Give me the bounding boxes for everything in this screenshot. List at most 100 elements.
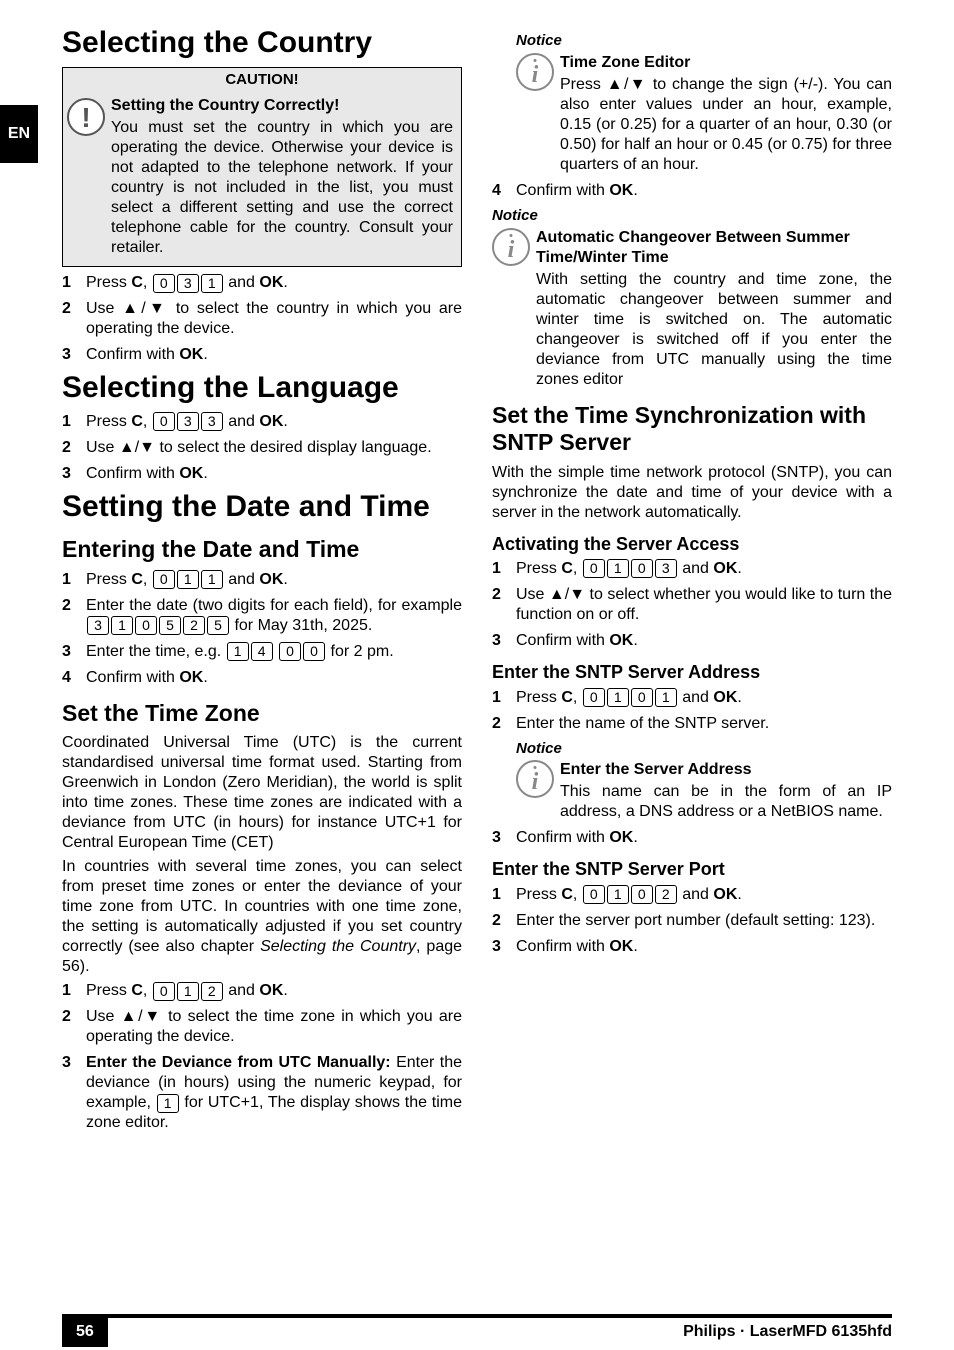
exclamation-icon: !: [67, 98, 105, 136]
key-0: 0: [135, 616, 157, 635]
info-icon: i: [516, 760, 554, 798]
key-0: 0: [631, 559, 653, 578]
steps-sntp-port: 1 Press C, 0102 and OK. 2 Enter the serv…: [492, 885, 892, 957]
step-text: Press C, 033 and OK.: [86, 412, 462, 432]
key-1: 1: [227, 642, 249, 661]
step-text: Enter the date (two digits for each fiel…: [86, 596, 462, 636]
key-0: 0: [279, 642, 301, 661]
heading-activate-server: Activating the Server Access: [492, 533, 892, 556]
steps-time-zone: 1 Press C, 012 and OK. 2 Use ▲/▼ to sele…: [62, 981, 462, 1133]
notice-text: This name can be in the form of an IP ad…: [560, 782, 892, 822]
step-text: Use ▲/▼ to select the desired display la…: [86, 438, 462, 458]
key-0: 0: [153, 274, 175, 293]
heading-set-time-zone: Set the Time Zone: [62, 700, 462, 728]
key-0: 0: [583, 559, 605, 578]
step-number: 2: [62, 1007, 78, 1027]
step-number: 1: [492, 559, 508, 579]
notice-text: Press ▲/▼ to change the sign (+/-). You …: [560, 75, 892, 175]
language-tab: EN: [0, 105, 38, 163]
caution-title: CAUTION!: [63, 68, 461, 93]
caution-subtitle: Setting the Country Correctly!: [111, 96, 453, 116]
step-number: 3: [492, 828, 508, 848]
key-3: 3: [655, 559, 677, 578]
info-icon: i: [492, 228, 530, 266]
key-0: 0: [583, 885, 605, 904]
step-number: 3: [62, 642, 78, 662]
step-number: 2: [62, 299, 78, 319]
step-number: 4: [62, 668, 78, 688]
notice-title: Automatic Changeover Between Summer Time…: [536, 228, 892, 268]
step-text: Enter the time, e.g. 14 00 for 2 pm.: [86, 642, 462, 662]
step-number: 3: [492, 631, 508, 651]
step-text: Press C, 0102 and OK.: [516, 885, 892, 905]
notice-label: Notice: [516, 32, 892, 51]
notice-time-zone-editor: Notice i Time Zone Editor Press ▲/▼ to c…: [516, 32, 892, 175]
heading-sntp-address: Enter the SNTP Server Address: [492, 661, 892, 684]
notice-label: Notice: [516, 740, 892, 759]
step-text: Confirm with OK.: [86, 668, 462, 688]
caution-text: You must set the country in which you ar…: [111, 118, 453, 258]
key-1: 1: [111, 616, 133, 635]
heading-selecting-country: Selecting the Country: [62, 26, 462, 61]
key-2: 2: [183, 616, 205, 635]
key-3: 3: [201, 412, 223, 431]
caution-box: CAUTION! ! Setting the Country Correctly…: [62, 67, 462, 268]
step-number: 3: [492, 937, 508, 957]
key-1: 1: [607, 885, 629, 904]
info-icon: i: [516, 53, 554, 91]
step-number: 3: [62, 345, 78, 365]
steps-activate-server: 1 Press C, 0103 and OK. 2 Use ▲/▼ to sel…: [492, 559, 892, 651]
step-text: Confirm with OK.: [516, 937, 892, 957]
key-2: 2: [201, 982, 223, 1001]
step-text: Press C, 0101 and OK.: [516, 688, 892, 708]
step-text: Use ▲/▼ to select the time zone in which…: [86, 1007, 462, 1047]
steps-sntp-address-cont: 3 Confirm with OK.: [492, 828, 892, 848]
heading-selecting-language: Selecting the Language: [62, 371, 462, 406]
notice-server-address: Notice i Enter the Server Address This n…: [516, 740, 892, 823]
step-text: Press C, 012 and OK.: [86, 981, 462, 1001]
steps-sntp-address: 1 Press C, 0101 and OK. 2 Enter the name…: [492, 688, 892, 734]
footer: 56 Philips · LaserMFD 6135hfd: [0, 1314, 954, 1350]
step-text: Enter the name of the SNTP server.: [516, 714, 892, 734]
step-text: Press C, 0103 and OK.: [516, 559, 892, 579]
step-number: 1: [492, 688, 508, 708]
step-text: Use ▲/▼ to select whether you would like…: [516, 585, 892, 625]
steps-country: 1 Press C, 031 and OK. 2 Use ▲/▼ to sele…: [62, 273, 462, 365]
key-1: 1: [655, 688, 677, 707]
page-content: Selecting the Country CAUTION! ! Setting…: [62, 26, 892, 1290]
steps-enter-date-time: 1 Press C, 011 and OK. 2 Enter the date …: [62, 570, 462, 688]
key-1: 1: [201, 570, 223, 589]
step-number: 1: [62, 412, 78, 432]
page-number: 56: [62, 1317, 108, 1347]
key-1: 1: [157, 1094, 179, 1113]
step-number: 2: [62, 596, 78, 616]
heading-date-time: Setting the Date and Time: [62, 490, 462, 525]
heading-entering-date-time: Entering the Date and Time: [62, 536, 462, 564]
key-0: 0: [631, 885, 653, 904]
notice-text: With setting the country and time zone, …: [536, 270, 892, 390]
step-number: 2: [62, 438, 78, 458]
key-1: 1: [177, 570, 199, 589]
notice-title: Enter the Server Address: [560, 760, 892, 780]
key-1: 1: [177, 982, 199, 1001]
paragraph: In countries with several time zones, yo…: [62, 857, 462, 977]
step-number: 3: [62, 1053, 78, 1073]
key-5: 5: [159, 616, 181, 635]
step-text: Confirm with OK.: [86, 345, 462, 365]
product-name: Philips · LaserMFD 6135hfd: [683, 1323, 892, 1341]
key-4: 4: [251, 642, 273, 661]
step-number: 4: [492, 181, 508, 201]
step-text: Confirm with OK.: [516, 828, 892, 848]
step-text: Press C, 031 and OK.: [86, 273, 462, 293]
step-number: 2: [492, 714, 508, 734]
step-number: 1: [62, 273, 78, 293]
paragraph: With the simple time network protocol (S…: [492, 463, 892, 523]
key-3: 3: [177, 412, 199, 431]
key-3: 3: [87, 616, 109, 635]
key-0: 0: [303, 642, 325, 661]
step-number: 2: [492, 585, 508, 605]
step-text: Enter the server port number (default se…: [516, 911, 892, 931]
step-text: Confirm with OK.: [516, 181, 892, 201]
key-3: 3: [177, 274, 199, 293]
paragraph: Coordinated Universal Time (UTC) is the …: [62, 733, 462, 853]
